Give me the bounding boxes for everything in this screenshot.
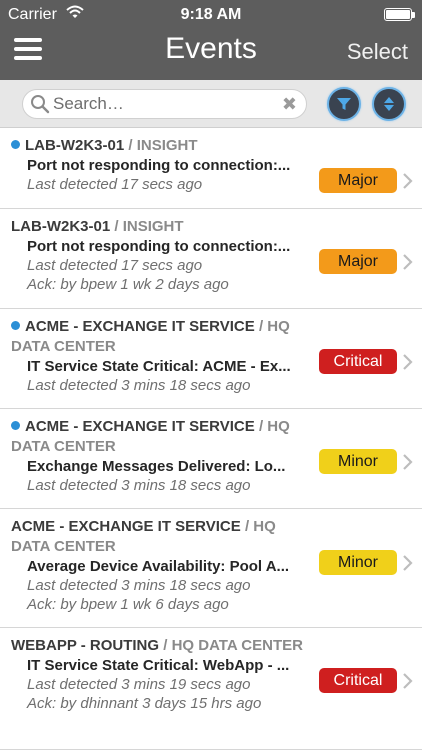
event-row[interactable]: LAB-W2K3-01 / INSIGHT Port not respondin…: [0, 209, 422, 309]
event-row[interactable]: ACME - EXCHANGE IT SERVICE / HQ DATA CEN…: [0, 309, 422, 409]
event-title: ACME - EXCHANGE IT SERVICE / HQ DATA CEN…: [11, 318, 290, 355]
event-detected: Last detected 3 mins 18 secs ago: [27, 477, 251, 494]
event-title: LAB-W2K3-01 / INSIGHT: [11, 136, 312, 156]
battery-tip: [412, 12, 415, 18]
event-source: INSIGHT: [136, 137, 198, 154]
status-bar: Carrier 9:18 AM: [0, 0, 422, 30]
navigation-bar: Events Select: [0, 30, 422, 80]
event-message: Port not responding to connection:...: [27, 157, 291, 174]
status-time: 9:18 AM: [180, 6, 242, 23]
event-title: ACME - EXCHANGE IT SERVICE / HQ DATA CEN…: [11, 518, 276, 555]
search-bar: ✖: [0, 80, 422, 128]
unread-dot-icon: [11, 140, 20, 149]
event-message: Exchange Messages Delivered: Lo...: [27, 458, 286, 475]
chevron-right-icon: [403, 555, 413, 571]
severity-badge: Minor: [319, 550, 397, 575]
event-source: HQ DATA CENTER: [171, 637, 303, 654]
event-device: ACME - EXCHANGE IT SERVICE: [25, 418, 255, 435]
select-button[interactable]: Select: [347, 39, 408, 65]
unread-dot-icon: [11, 321, 20, 330]
severity-badge: Minor: [319, 449, 397, 474]
event-ack: Ack: by dhinnant 3 days 15 hrs ago: [27, 695, 262, 712]
event-title: ACME - EXCHANGE IT SERVICE / HQ DATA CEN…: [11, 418, 290, 455]
event-detected: Last detected 17 secs ago: [27, 176, 203, 193]
event-detected: Last detected 3 mins 18 secs ago: [27, 577, 251, 594]
event-device: ACME - EXCHANGE IT SERVICE: [11, 518, 241, 535]
event-detected: Last detected 3 mins 19 secs ago: [27, 676, 251, 693]
event-device: LAB-W2K3-01: [25, 137, 125, 154]
severity-badge: Critical: [319, 349, 397, 374]
event-source: INSIGHT: [122, 218, 184, 235]
event-device: ACME - EXCHANGE IT SERVICE: [25, 318, 255, 335]
search-input[interactable]: [53, 93, 273, 115]
chevron-right-icon: [403, 254, 413, 270]
event-message: Port not responding to connection:...: [27, 238, 291, 255]
event-device: LAB-W2K3-01: [11, 218, 111, 235]
filter-button[interactable]: [327, 87, 361, 121]
event-row[interactable]: LAB-W2K3-01 / INSIGHT Port not respondin…: [0, 128, 422, 209]
event-title: WEBAPP - ROUTING / HQ DATA CENTER: [11, 637, 303, 654]
event-ack: Ack: by bpew 1 wk 6 days ago: [27, 596, 229, 613]
chevron-right-icon: [403, 454, 413, 470]
event-message: IT Service State Critical: ACME - Ex...: [27, 358, 291, 375]
chevron-right-icon: [403, 173, 413, 189]
filter-icon: [337, 98, 351, 110]
clear-icon[interactable]: ✖: [282, 95, 297, 113]
event-row[interactable]: WEBAPP - ROUTING / HQ DATA CENTER IT Ser…: [0, 628, 422, 750]
app-header: Carrier 9:18 AM Events Select: [0, 0, 422, 80]
search-icon: [31, 95, 50, 114]
search-field[interactable]: ✖: [22, 89, 307, 119]
event-row[interactable]: ACME - EXCHANGE IT SERVICE / HQ DATA CEN…: [0, 509, 422, 628]
severity-badge: Major: [319, 249, 397, 274]
sort-button[interactable]: [372, 87, 406, 121]
event-title: LAB-W2K3-01 / INSIGHT: [11, 218, 184, 235]
event-detected: Last detected 3 mins 18 secs ago: [27, 377, 251, 394]
event-ack: Ack: by bpew 1 wk 2 days ago: [27, 276, 229, 293]
event-device: WEBAPP - ROUTING: [11, 637, 160, 654]
battery-icon: [384, 8, 412, 21]
event-detected: Last detected 17 secs ago: [27, 257, 203, 274]
unread-dot-icon: [11, 421, 20, 430]
event-message: IT Service State Critical: WebApp - ...: [27, 657, 290, 674]
severity-badge: Critical: [319, 668, 397, 693]
event-row[interactable]: ACME - EXCHANGE IT SERVICE / HQ DATA CEN…: [0, 409, 422, 509]
chevron-right-icon: [403, 354, 413, 370]
sort-icon: [384, 97, 394, 111]
event-message: Average Device Availability: Pool A...: [27, 558, 290, 575]
event-list: LAB-W2K3-01 / INSIGHT Port not respondin…: [0, 128, 422, 750]
chevron-right-icon: [403, 673, 413, 689]
severity-badge: Major: [319, 168, 397, 193]
